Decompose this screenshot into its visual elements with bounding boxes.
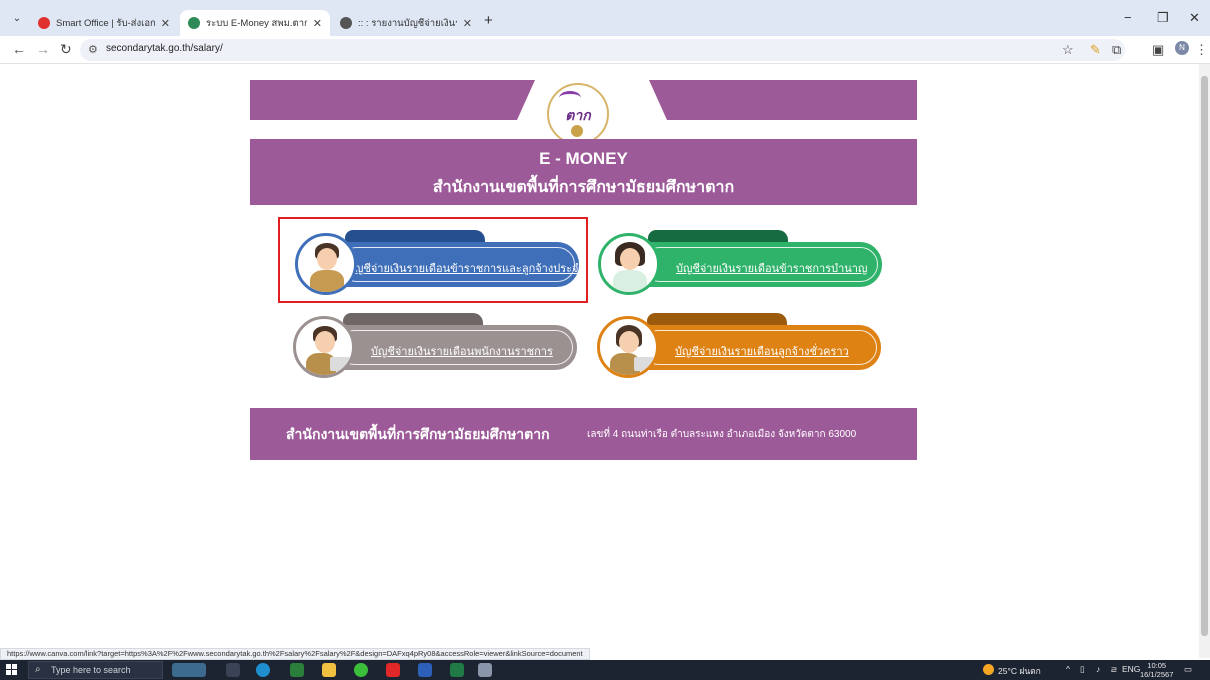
close-window-icon[interactable]: ✕ [1189, 10, 1200, 26]
volume-icon[interactable]: ♪ [1096, 664, 1100, 674]
menu-label[interactable]: บัญชีจ่ายเงินรายเดือนข้าราชการบำนาญ [676, 259, 867, 277]
tab-smart-office[interactable]: Smart Office | รับ-ส่งเอกสาร - แนะ ✕ [30, 10, 178, 36]
task-view-icon[interactable] [226, 663, 240, 677]
site-info-icon[interactable]: ⚙ [88, 43, 98, 56]
excel-icon[interactable] [450, 663, 464, 677]
edge-icon[interactable] [256, 663, 270, 677]
title-banner: E - MONEY สำนักงานเขตพื้นที่การศึกษามัธย… [250, 139, 917, 205]
browser-toolbar: ← → ↻ ⚙ secondarytak.go.th/salary/ ☆ ✎ ⧉… [0, 36, 1210, 64]
temp-employee-avatar-icon [597, 316, 659, 378]
side-panel-icon[interactable]: ▣ [1152, 42, 1164, 58]
tab-title: ระบบ E-Money สพม.ตาก [206, 17, 307, 29]
status-link-url: https://www.canva.com/link?target=https%… [0, 648, 590, 660]
address-bar[interactable]: ⚙ secondarytak.go.th/salary/ [80, 39, 1125, 61]
search-placeholder: Type here to search [51, 665, 131, 675]
url-text[interactable]: secondarytak.go.th/salary/ [106, 43, 223, 54]
tray-chevron-icon[interactable]: ^ [1066, 664, 1070, 674]
logo-text: ตาก [565, 108, 591, 124]
chrome-icon[interactable] [290, 663, 304, 677]
tab-search-icon[interactable]: ⌄ [10, 12, 24, 26]
new-tab-button[interactable]: + [484, 12, 493, 29]
notification-icon[interactable]: ▭ [1184, 664, 1192, 675]
tab-title: Smart Office | รับ-ส่งเอกสาร - แนะ [56, 17, 155, 29]
minimize-icon[interactable]: − [1124, 10, 1132, 25]
back-arrow-icon[interactable]: ← [12, 41, 26, 57]
network-icon[interactable]: ▯ [1080, 664, 1085, 675]
scrollbar-thumb[interactable] [1201, 76, 1208, 636]
tak-logo: ตาก [547, 83, 609, 145]
restore-icon[interactable]: ❐ [1157, 10, 1169, 26]
page-title: E - MONEY [539, 149, 628, 168]
weather-sun-icon [983, 664, 994, 675]
search-icon: ⌕ [35, 664, 41, 675]
gov-employee-avatar-icon [293, 316, 355, 378]
footer-address: เลขที่ 4 ถนนท่าเรือ ตำบลระแหง อำเภอเมือง… [587, 429, 857, 440]
footer-office-name: สำนักงานเขตพื้นที่การศึกษามัธยมศึกษาตาก [286, 426, 550, 442]
word-icon[interactable] [418, 663, 432, 677]
forward-arrow-icon[interactable]: → [36, 41, 50, 57]
close-tab-icon[interactable]: ✕ [463, 17, 472, 30]
language-icon[interactable]: ㄹ [1110, 664, 1118, 676]
app-icon[interactable] [478, 663, 492, 677]
footer-banner: สำนักงานเขตพื้นที่การศึกษามัธยมศึกษาตาก … [250, 408, 917, 460]
extensions-puzzle-icon[interactable]: ⧉ [1112, 42, 1121, 58]
tab-emoney[interactable]: ระบบ E-Money สพม.ตาก ✕ [180, 10, 330, 36]
news-widget-icon[interactable] [172, 663, 206, 677]
windows-taskbar: ⌕ Type here to search 25°C ฝนตก ^ ▯ ♪ ㄹ … [0, 660, 1210, 680]
menu-gov-employee-button[interactable]: บัญชีจ่ายเงินรายเดือนพนักงานราชการ [293, 313, 583, 381]
windows-start-icon[interactable] [6, 664, 18, 676]
clock[interactable]: 10:05 16/1/2567 [1140, 661, 1173, 679]
line-icon[interactable] [354, 663, 368, 677]
menu-kebab-icon[interactable]: ⋮ [1195, 42, 1208, 58]
close-tab-icon[interactable]: ✕ [313, 17, 322, 30]
menu-pensioner-button[interactable]: บัญชีจ่ายเงินรายเดือนข้าราชการบำนาญ [598, 230, 888, 298]
page-scrollbar[interactable] [1199, 64, 1210, 658]
pensioner-avatar-icon [598, 233, 660, 295]
weather-text[interactable]: 25°C ฝนตก [998, 664, 1041, 678]
profile-avatar[interactable]: N [1175, 41, 1189, 55]
taskbar-search-box[interactable]: ⌕ Type here to search [28, 661, 163, 679]
office-name: สำนักงานเขตพื้นที่การศึกษามัธยมศึกษาตาก [432, 179, 735, 196]
menu-label[interactable]: บัญชีจ่ายเงินรายเดือนลูกจ้างชั่วคราว [675, 342, 849, 360]
youtube-icon[interactable] [386, 663, 400, 677]
tab-report[interactable]: :: : รายงานบัญชีจ่ายเงินรายเดือน ✕ [332, 10, 480, 36]
extension-pin-icon[interactable]: ✎ [1090, 42, 1101, 58]
tab-strip: ⌄ Smart Office | รับ-ส่งเอกสาร - แนะ ✕ ร… [0, 0, 1210, 36]
language-text[interactable]: ENG [1122, 664, 1140, 674]
clock-date: 16/1/2567 [1140, 670, 1174, 679]
clock-time: 10:05 [1147, 661, 1167, 670]
opera-favicon-icon [38, 17, 50, 29]
bookmark-star-icon[interactable]: ☆ [1062, 42, 1074, 58]
file-explorer-icon[interactable] [322, 663, 336, 677]
globe-favicon-icon [340, 17, 352, 29]
site-favicon-icon [188, 17, 200, 29]
logo-swirl-icon [559, 91, 581, 105]
menu-temp-employee-button[interactable]: บัญชีจ่ายเงินรายเดือนลูกจ้างชั่วคราว [597, 313, 887, 381]
logo-coin-icon [571, 125, 583, 137]
menu-label[interactable]: บัญชีจ่ายเงินรายเดือนพนักงานราชการ [371, 342, 553, 360]
tab-title: :: : รายงานบัญชีจ่ายเงินรายเดือน [358, 17, 457, 29]
close-tab-icon[interactable]: ✕ [161, 17, 170, 30]
reload-icon[interactable]: ↻ [60, 41, 72, 58]
selection-highlight-box [278, 217, 588, 303]
